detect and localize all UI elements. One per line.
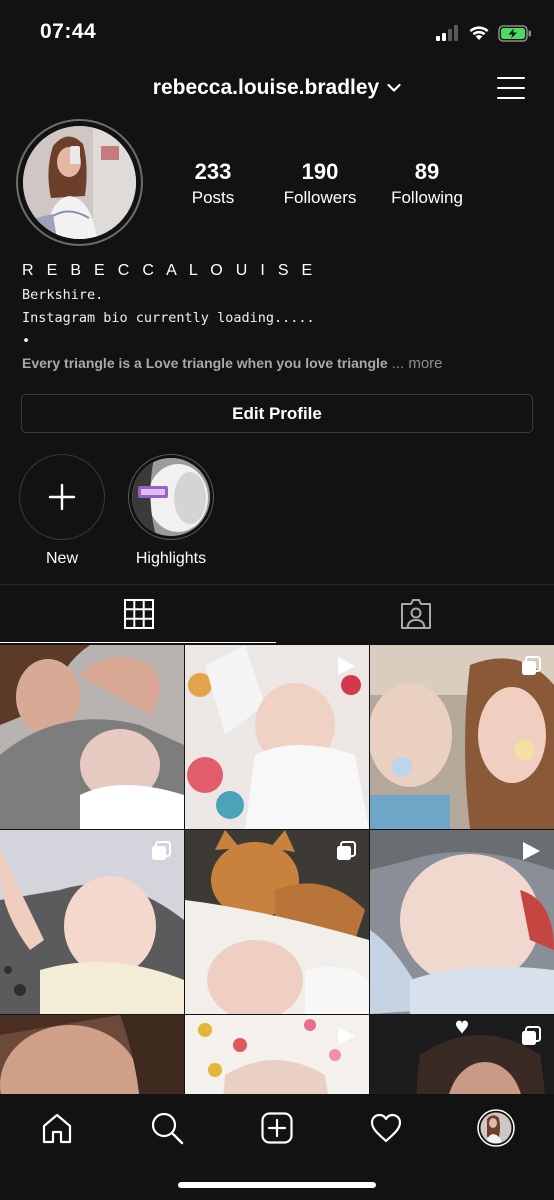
bio-truncated-text: Every triangle is a Love triangle when y… [22,355,388,371]
username: rebecca.louise.bradley [152,76,380,99]
display-name: R E B E C C A L O U I S E [22,262,317,279]
following-label: Following [391,188,463,207]
post-thumbnail[interactable] [185,645,369,829]
nav-search[interactable] [147,1108,187,1148]
followers-count: 190 [301,159,339,184]
post-thumbnail[interactable] [370,645,554,829]
search-icon [151,1112,184,1145]
carousel-icon [522,1026,541,1045]
post-thumbnail[interactable] [0,1015,184,1095]
status-icons [436,22,532,44]
post-thumbnail[interactable] [185,830,369,1014]
chevron-down-icon [387,83,401,92]
followers-label: Followers [283,188,357,207]
highlight-new-label: New [45,550,78,567]
clock: 07:44 [40,20,97,43]
highlight-new[interactable]: New [19,454,105,568]
heart-icon [370,1113,402,1143]
bio-truncated-line: Every triangle is a Love triangle when y… [22,355,443,372]
bio-line: Instagram bio currently loading..... [22,310,315,326]
profile-avatar-ring[interactable] [16,119,143,246]
highlight-highlights[interactable]: Highlights [128,454,214,568]
posts-stat: 233 Posts [158,158,268,209]
grid-icon [123,599,154,629]
highlight-highlights-label: Highlights [135,550,207,567]
battery-charging-icon [498,24,531,42]
video-icon [523,842,540,860]
nav-add-post[interactable] [257,1108,297,1148]
carousel-icon [522,656,541,675]
nav-activity[interactable] [366,1108,406,1148]
posts-count: 233 [194,159,232,184]
bio-more-link[interactable]: ... more [392,355,443,372]
post-thumbnail[interactable] [370,1015,554,1095]
account-switcher[interactable]: rebecca.louise.bradley [153,76,401,100]
active-tab-indicator [0,642,276,643]
home-indicator [178,1182,376,1188]
post-thumbnail[interactable] [370,830,554,1014]
tab-tagged[interactable] [277,585,554,643]
status-bar: 07:44 [0,0,554,66]
plus-icon [48,483,76,511]
profile-avatar [23,126,136,239]
menu-icon[interactable] [497,76,525,100]
cellular-signal-icon [436,25,458,41]
tab-posts-grid[interactable] [0,585,277,643]
following-stat[interactable]: 89 Following [372,158,482,209]
highlight-highlights-circle [128,454,214,540]
nav-profile[interactable] [476,1108,516,1148]
video-icon [338,1027,355,1045]
highlight-cover-image [132,458,210,536]
posts-grid [0,645,554,1095]
edit-profile-button[interactable]: Edit Profile [21,394,533,433]
video-icon [338,657,355,675]
post-thumbnail[interactable] [185,1015,369,1095]
highlight-new-circle [19,454,105,540]
add-post-icon [261,1112,293,1144]
home-icon [42,1113,72,1144]
bio-line: Berkshire. [22,287,104,303]
post-thumbnail[interactable] [0,830,184,1014]
followers-stat[interactable]: 190 Followers [265,158,375,209]
nav-home[interactable] [37,1108,77,1148]
carousel-icon [337,841,356,860]
post-thumbnail[interactable] [0,645,184,829]
carousel-icon [152,841,171,860]
following-count: 89 [414,159,440,184]
tagged-icon [400,599,431,629]
profile-avatar-small [477,1109,515,1147]
bio-line: • [22,333,31,349]
posts-label: Posts [191,188,235,207]
wifi-icon [469,26,489,40]
profile-header: rebecca.louise.bradley [0,66,554,112]
